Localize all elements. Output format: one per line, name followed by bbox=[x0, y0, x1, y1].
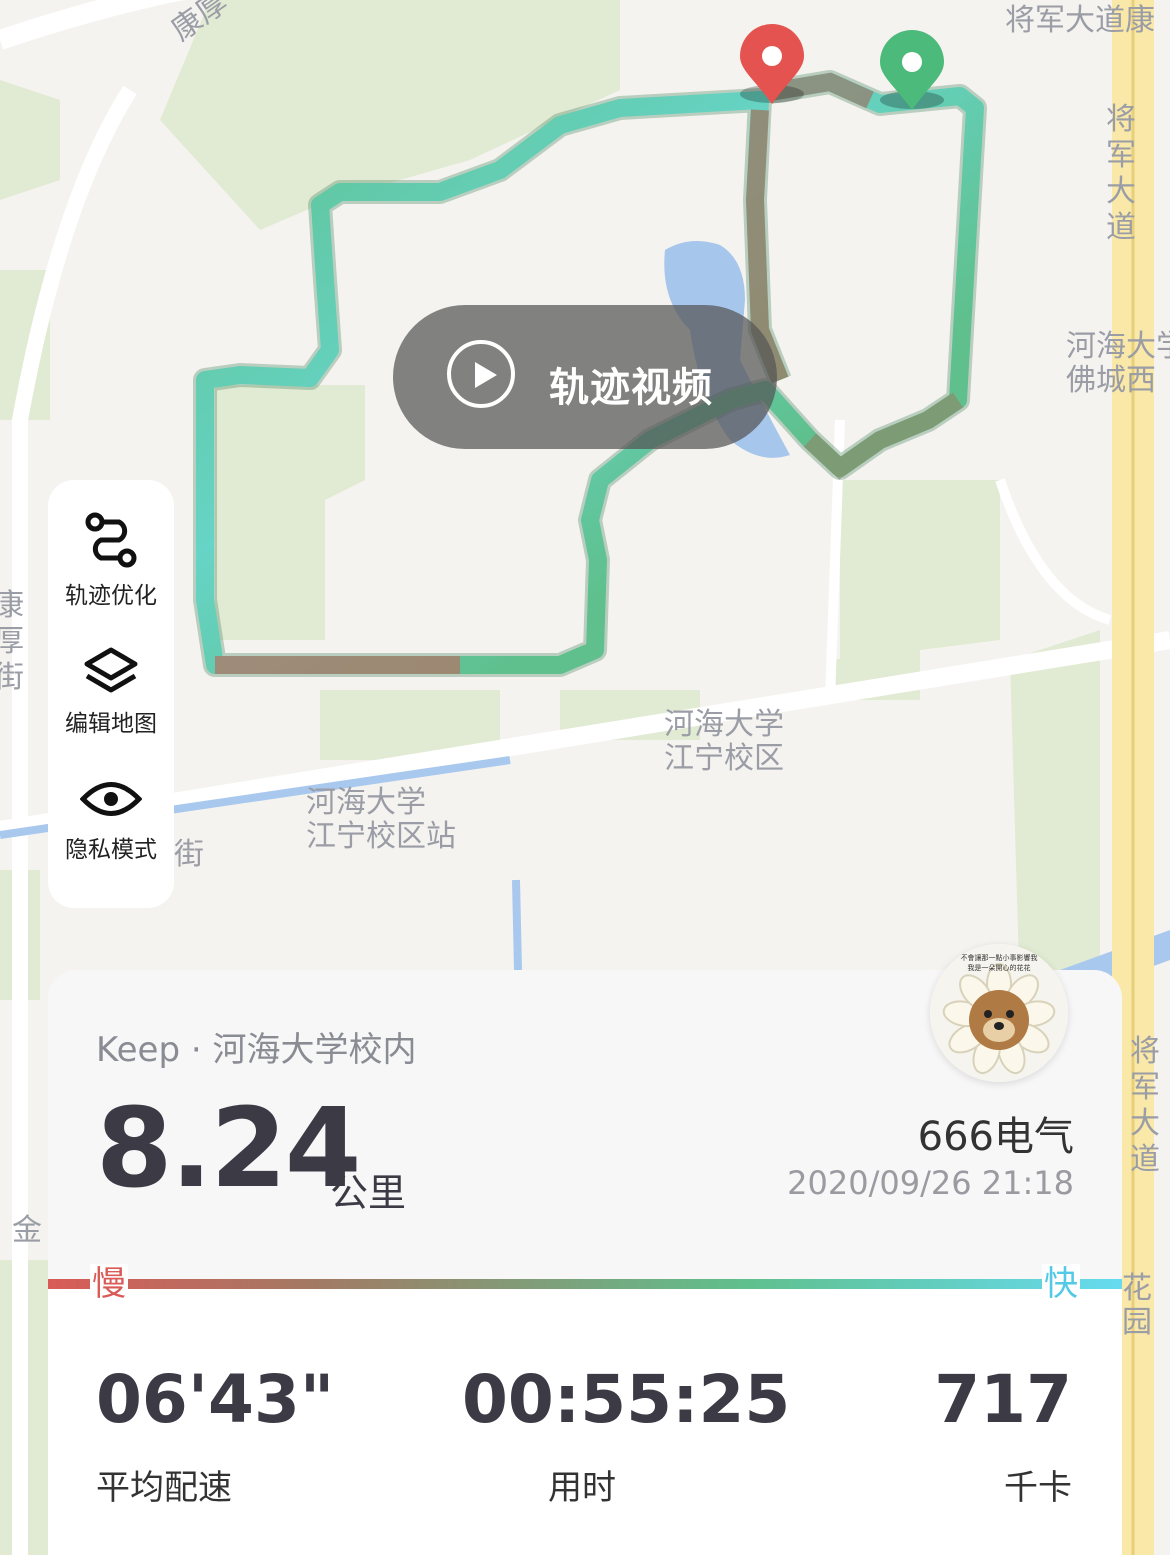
edit-map-button[interactable]: 编辑地图 bbox=[48, 646, 174, 738]
username[interactable]: 666电气 bbox=[918, 1104, 1074, 1162]
map-tool-panel: 轨迹优化 编辑地图 隐私模式 bbox=[48, 480, 174, 908]
privacy-mode-button[interactable]: 隐私模式 bbox=[48, 776, 174, 864]
svg-text:我是一朵開心的花花: 我是一朵開心的花花 bbox=[968, 963, 1031, 972]
map-label-campus: 河海大学 江宁校区 bbox=[664, 707, 784, 776]
pace-fast-label: 快 bbox=[1042, 1264, 1080, 1304]
map-label-jiangjun-top: 将军大道康 bbox=[1005, 3, 1155, 38]
svg-text:不會讓那一點小事影響我: 不會讓那一點小事影響我 bbox=[961, 953, 1038, 962]
map-label-station: 河海大学 江宁校区站 bbox=[306, 785, 456, 854]
pace-slow-label: 慢 bbox=[90, 1264, 128, 1304]
map-label-jiangjun-vert-1: 将军大道 bbox=[1106, 102, 1136, 245]
map-label-jin: 金 bbox=[12, 1213, 42, 1248]
distance-value: 8.24 bbox=[96, 1084, 361, 1212]
route-icon bbox=[85, 512, 137, 568]
avg-pace-label: 平均配速 bbox=[96, 1468, 232, 1508]
map-label-kanghou-left: 康厚街 bbox=[0, 588, 24, 695]
track-video-label: 轨迹视频 bbox=[549, 365, 713, 411]
pace-gradient-bar bbox=[48, 1279, 1122, 1289]
map-label-hohai-focheng: 河海大学 佛城西 bbox=[1066, 329, 1170, 398]
avg-pace-value: 06'43" bbox=[96, 1361, 335, 1438]
layers-icon bbox=[84, 647, 138, 693]
dog-avatar-image: 不會讓那一點小事影響我 我是一朵開心的花花 bbox=[930, 944, 1068, 1082]
calories-value: 717 bbox=[934, 1361, 1072, 1438]
end-marker-icon bbox=[740, 24, 804, 104]
calories-label: 千卡 bbox=[1004, 1468, 1072, 1508]
distance-unit: 公里 bbox=[330, 1171, 407, 1215]
activity-datetime: 2020/09/26 21:18 bbox=[787, 1164, 1074, 1202]
eye-icon bbox=[80, 782, 142, 816]
track-optimize-button[interactable]: 轨迹优化 bbox=[48, 512, 174, 610]
edit-map-label: 编辑地图 bbox=[65, 711, 157, 737]
track-video-button[interactable]: 轨迹视频 bbox=[393, 305, 777, 449]
map-label-jiangjun-vert-2: 将军大道 bbox=[1130, 1034, 1160, 1177]
play-icon bbox=[447, 340, 515, 408]
start-marker-icon bbox=[880, 30, 944, 110]
activity-source: Keep · 河海大学校内 bbox=[96, 1030, 417, 1070]
avatar[interactable]: 不會讓那一點小事影響我 我是一朵開心的花花 bbox=[930, 944, 1068, 1082]
duration-value: 00:55:25 bbox=[462, 1361, 791, 1438]
map-label-huayuan: 花园 bbox=[1122, 1271, 1152, 1340]
track-optimize-label: 轨迹优化 bbox=[65, 583, 157, 609]
duration-label: 用时 bbox=[548, 1468, 616, 1508]
privacy-mode-label: 隐私模式 bbox=[65, 837, 157, 863]
map-label-jie: 街 bbox=[174, 837, 204, 872]
